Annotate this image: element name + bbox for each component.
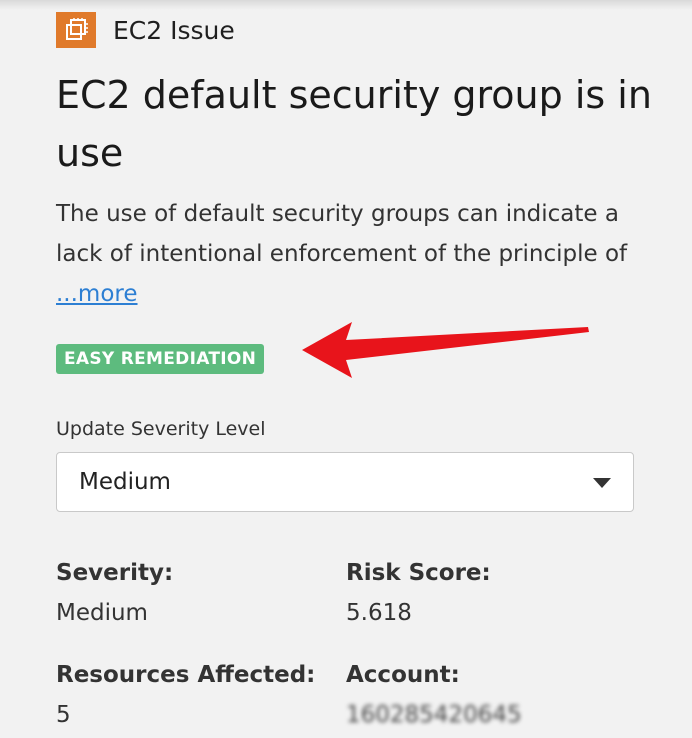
issue-header: EC2 Issue <box>56 12 235 48</box>
account-label: Account: <box>346 662 460 688</box>
severity-field: Severity: Medium <box>56 560 173 626</box>
severity-value: Medium <box>56 600 148 626</box>
red-arrow-icon <box>302 322 589 378</box>
account-value: 160285420645 <box>346 702 522 728</box>
resources-affected-label: Resources Affected: <box>56 662 316 688</box>
easy-remediation-badge: EASY REMEDIATION <box>56 344 265 374</box>
risk-score-label: Risk Score: <box>346 560 491 586</box>
risk-score-field: Risk Score: 5.618 <box>346 560 491 626</box>
resources-affected-field: Resources Affected: 5 <box>56 662 315 728</box>
header-title: EC2 Issue <box>113 15 235 45</box>
account-field: Account: 160285420645 <box>346 662 522 728</box>
severity-select-value: Medium <box>79 469 171 495</box>
issue-title: EC2 default security group is in use <box>56 73 652 175</box>
issue-panel: EC2 Issue EC2 default security group is … <box>0 0 692 738</box>
issue-description: The use of default security groups can i… <box>56 201 628 267</box>
ec2-icon <box>56 12 96 48</box>
risk-score-value: 5.618 <box>346 600 412 626</box>
chevron-down-icon <box>593 478 611 488</box>
severity-label: Severity: <box>56 560 174 586</box>
severity-select[interactable]: Medium <box>56 452 634 512</box>
resources-affected-value: 5 <box>56 702 71 728</box>
more-link[interactable]: ...more <box>56 274 138 314</box>
top-shadow <box>0 0 692 10</box>
severity-select-label: Update Severity Level <box>56 418 266 440</box>
